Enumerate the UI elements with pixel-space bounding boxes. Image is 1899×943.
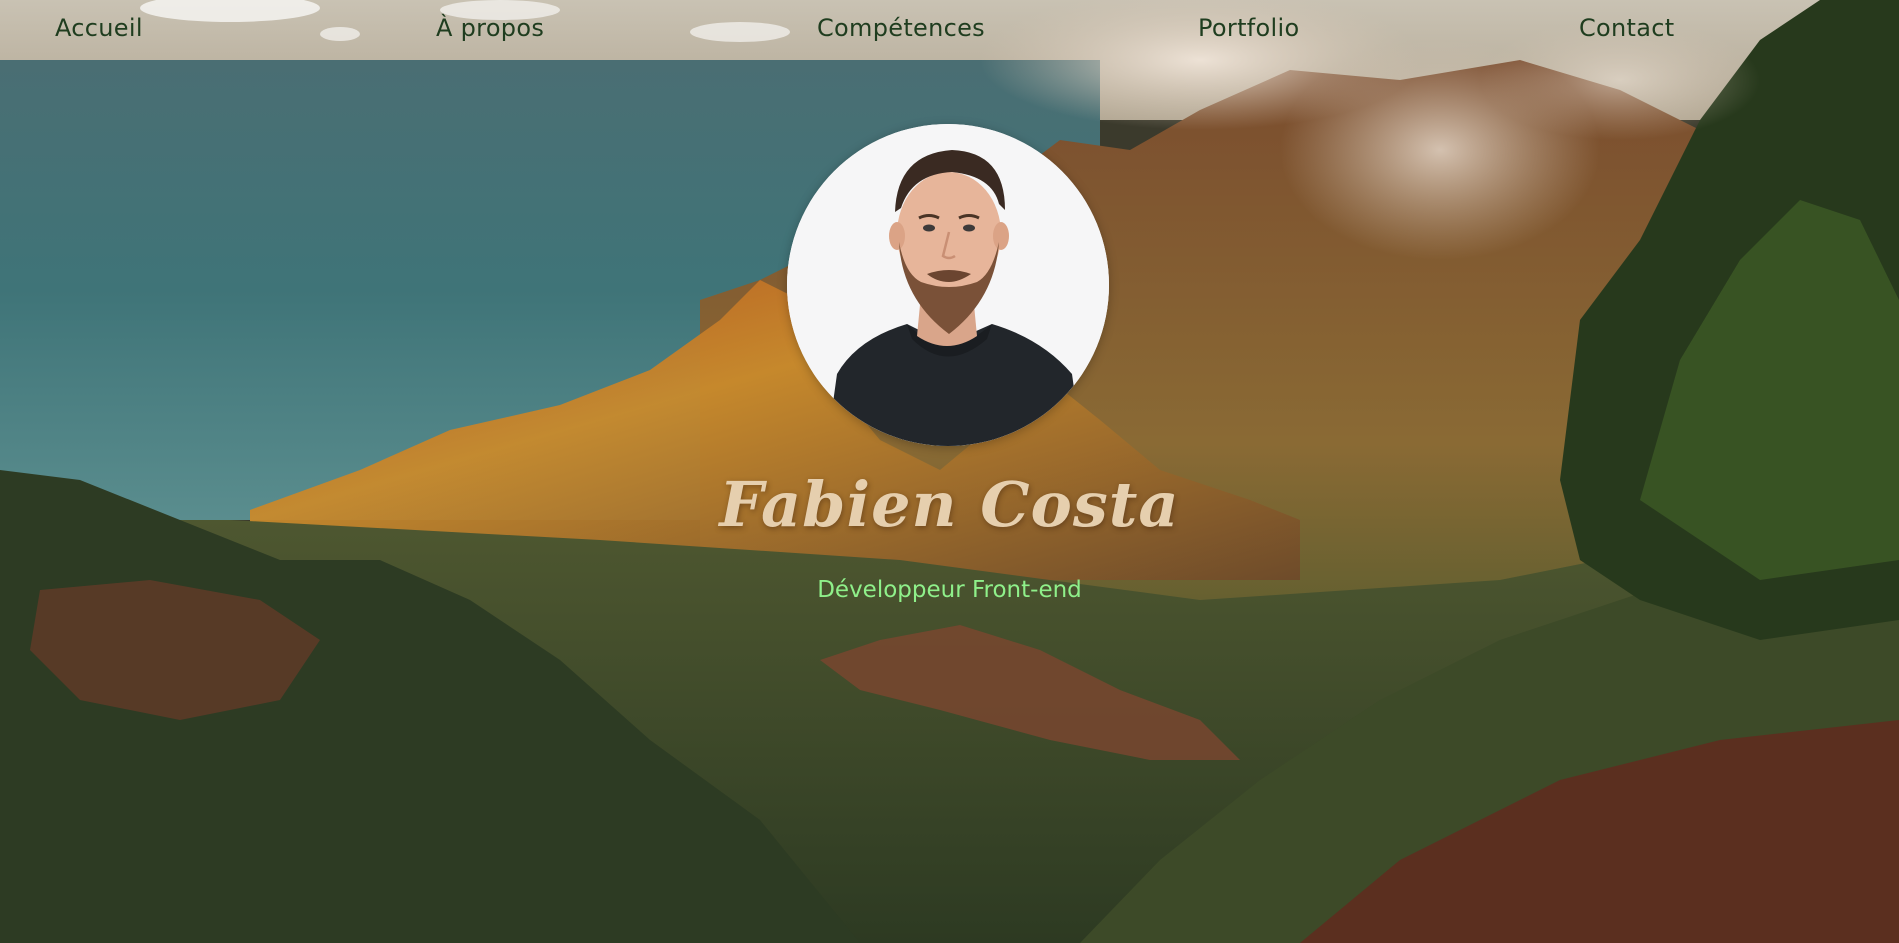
profile-photo-icon bbox=[787, 124, 1109, 446]
page: Accueil À propos Compétences Portfolio C… bbox=[0, 0, 1899, 943]
nav-link-a-propos[interactable]: À propos bbox=[436, 14, 544, 42]
nav-link-accueil[interactable]: Accueil bbox=[55, 14, 143, 42]
nav-link-contact[interactable]: Contact bbox=[1579, 14, 1674, 42]
top-navigation: Accueil À propos Compétences Portfolio C… bbox=[0, 0, 1899, 60]
nav-link-portfolio[interactable]: Portfolio bbox=[1198, 14, 1299, 42]
hero-name: Fabien Costa bbox=[719, 468, 1180, 541]
profile-avatar bbox=[787, 124, 1109, 446]
hero-role: Développeur Front-end bbox=[817, 577, 1082, 603]
nav-link-competences[interactable]: Compétences bbox=[817, 14, 985, 42]
